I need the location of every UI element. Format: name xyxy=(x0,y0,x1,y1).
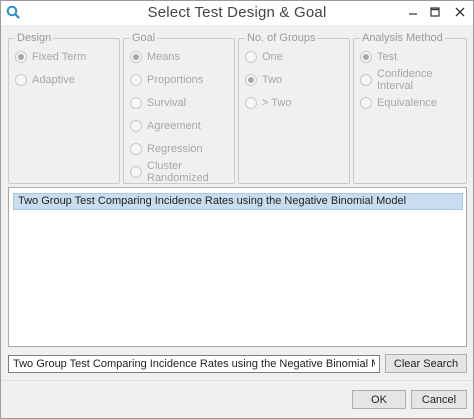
minimize-button[interactable] xyxy=(401,1,425,23)
radio-button-checked xyxy=(245,74,257,86)
radio-fixed-term[interactable]: Fixed Term xyxy=(15,49,86,65)
design-group-legend: Design xyxy=(15,32,54,44)
footer-divider xyxy=(1,380,473,381)
radio-label: One xyxy=(262,51,283,63)
radio-button-checked xyxy=(15,51,27,63)
radio-label: Agreement xyxy=(147,120,201,132)
radio-button xyxy=(130,120,142,132)
radio-label: Means xyxy=(147,51,181,63)
close-button[interactable] xyxy=(447,1,473,23)
radio-label: Confidence Interval xyxy=(377,68,433,92)
radio-button xyxy=(360,74,372,86)
radio-label: > Two xyxy=(262,97,292,109)
design-group: Design Fixed Term Adaptive xyxy=(8,32,120,184)
radio-button xyxy=(130,143,142,155)
radio-button xyxy=(360,97,372,109)
radio-label: Equivalence xyxy=(377,97,437,109)
radio-two[interactable]: Two xyxy=(245,72,282,88)
goal-group-legend: Goal xyxy=(130,32,158,44)
maximize-icon xyxy=(430,7,440,17)
radio-button xyxy=(15,74,27,86)
search-input[interactable] xyxy=(8,355,380,373)
radio-label: Survival xyxy=(147,97,187,109)
close-icon xyxy=(455,7,465,17)
radio-label: Cluster Randomized xyxy=(147,160,209,184)
radio-adaptive[interactable]: Adaptive xyxy=(15,72,75,88)
radio-more-than-two[interactable]: > Two xyxy=(245,95,291,111)
radio-proportions[interactable]: Proportions xyxy=(130,72,203,88)
procedure-results-list[interactable]: Two Group Test Comparing Incidence Rates… xyxy=(8,187,467,347)
analysis-method-group: Analysis Method Test Confidence Interval… xyxy=(353,32,467,184)
radio-survival[interactable]: Survival xyxy=(130,95,186,111)
radio-button xyxy=(130,74,142,86)
radio-button xyxy=(130,97,142,109)
select-test-dialog: Select Test Design & Goal Design Fixed T… xyxy=(0,0,474,419)
radio-button xyxy=(245,97,257,109)
radio-cluster-randomized[interactable]: Cluster Randomized xyxy=(130,160,234,184)
groups-count-group: No. of Groups One Two > Two xyxy=(238,32,350,184)
radio-label: Regression xyxy=(147,143,203,155)
radio-equivalence[interactable]: Equivalence xyxy=(360,95,437,111)
radio-means[interactable]: Means xyxy=(130,49,180,65)
radio-button xyxy=(130,166,142,178)
analysis-method-legend: Analysis Method xyxy=(360,32,445,44)
radio-agreement[interactable]: Agreement xyxy=(130,118,201,134)
radio-label: Proportions xyxy=(147,74,204,86)
radio-label: Adaptive xyxy=(32,74,75,86)
cancel-button[interactable]: Cancel xyxy=(411,390,467,409)
radio-label: Test xyxy=(377,51,398,63)
ok-button[interactable]: OK xyxy=(352,390,406,409)
radio-label: Fixed Term xyxy=(32,51,87,63)
radio-one[interactable]: One xyxy=(245,49,283,65)
radio-label: Two xyxy=(262,74,283,86)
radio-button-checked xyxy=(360,51,372,63)
minimize-icon xyxy=(409,13,417,15)
maximize-button[interactable] xyxy=(423,1,447,23)
radio-regression[interactable]: Regression xyxy=(130,141,203,157)
groups-count-legend: No. of Groups xyxy=(245,32,318,44)
radio-button-checked xyxy=(130,51,142,63)
radio-button xyxy=(245,51,257,63)
goal-group: Goal Means Proportions Survival Agreemen… xyxy=(123,32,235,184)
list-item-selected[interactable]: Two Group Test Comparing Incidence Rates… xyxy=(13,193,463,210)
clear-search-button[interactable]: Clear Search xyxy=(385,354,467,373)
title-bar: Select Test Design & Goal xyxy=(1,1,473,25)
radio-confidence-interval[interactable]: Confidence Interval xyxy=(360,68,466,92)
radio-test[interactable]: Test xyxy=(360,49,397,65)
